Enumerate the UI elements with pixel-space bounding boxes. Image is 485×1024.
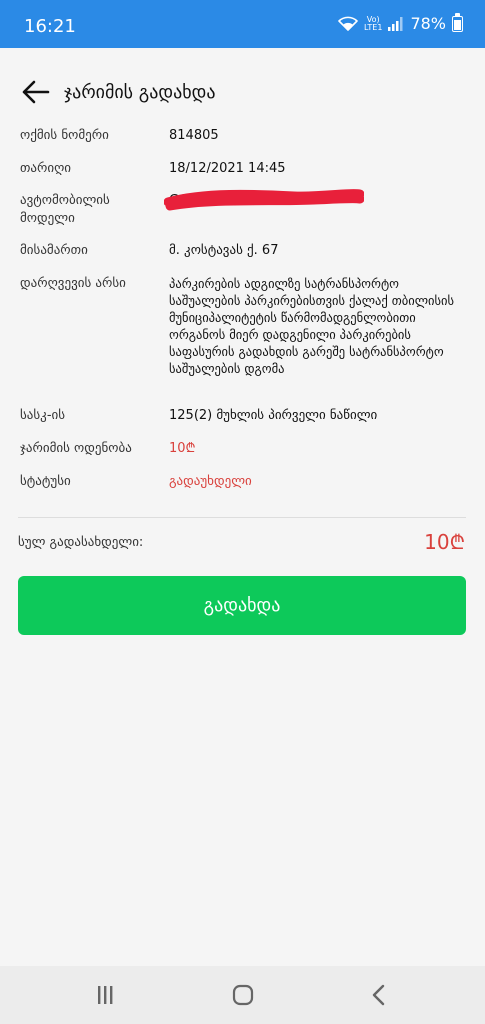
status-value: გადაუხდელი (169, 474, 252, 489)
signal-icon (388, 16, 403, 31)
act-number-label: ოქმის ნომერი (20, 128, 109, 143)
volte-bottom: LTE1 (364, 22, 383, 32)
wifi-icon (338, 16, 358, 31)
violation-value: პარკირების ადგილზე სატრანსპორტო საშუალებ… (169, 276, 455, 376)
app-header: ჯარიმის გადახდა (0, 48, 485, 136)
nav-back-icon[interactable] (364, 982, 394, 1008)
status-bar: 16:21 Vo) LTE1 78% (0, 0, 485, 48)
address-label: მისამართი (20, 243, 88, 258)
page-title: ჯარიმის გადახდა (64, 82, 216, 103)
act-number-value: 814805 (169, 128, 219, 143)
divider (18, 517, 466, 518)
status-icons: Vo) LTE1 78% (338, 12, 463, 33)
total-label: სულ გადასახდელი: (18, 535, 144, 550)
redaction-scribble (164, 189, 364, 211)
back-arrow-icon[interactable] (18, 78, 54, 106)
vehicle-label: ავტომობილის მოდელი (20, 193, 110, 226)
pay-button[interactable]: გადახდა (18, 576, 466, 635)
battery-percent: 78% (410, 14, 446, 33)
amount-label: ჯარიმის ოდენობა (20, 441, 132, 456)
address-value: მ. კოსტავას ქ. 67 (169, 243, 279, 258)
recent-apps-icon[interactable] (90, 982, 120, 1008)
battery-icon (452, 12, 463, 32)
home-icon[interactable] (228, 982, 258, 1008)
violation-label: დარღვევის არსი (20, 276, 126, 291)
article-label: სასკ-ის (20, 408, 66, 423)
article-value: 125(2) მუხლის პირველი ნაწილი (169, 408, 378, 423)
volte-indicator: Vo) LTE1 (364, 15, 383, 32)
amount-value: 10₾ (169, 441, 196, 456)
date-label: თარიღი (20, 161, 72, 176)
status-time: 16:21 (24, 16, 76, 37)
status-label: სტატუსი (20, 474, 71, 489)
navigation-bar (0, 966, 485, 1024)
date-value: 18/12/2021 14:45 (169, 161, 286, 176)
total-value: 10₾ (424, 530, 465, 554)
